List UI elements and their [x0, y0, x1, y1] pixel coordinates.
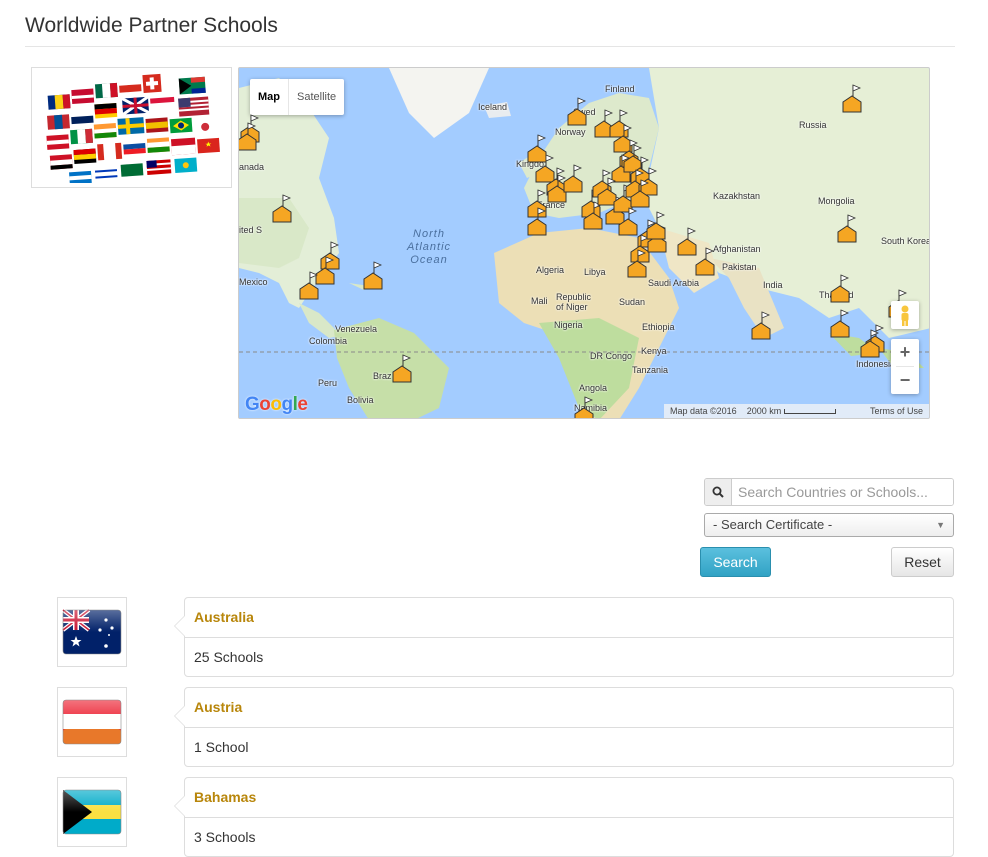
school-marker-icon[interactable] — [842, 83, 862, 113]
map-label-russia: Russia — [799, 120, 827, 130]
country-name-link[interactable]: Australia — [185, 598, 953, 638]
map-label-nigeria: Nigeria — [554, 320, 583, 330]
school-marker-icon[interactable] — [618, 206, 638, 236]
map-scale: 2000 km — [747, 406, 836, 416]
school-marker-icon[interactable] — [527, 206, 547, 236]
map-label-north-atlantic-ocean: North Atlantic Ocean — [406, 228, 452, 266]
country-panel: Austria 1 School — [174, 687, 954, 767]
map-label-kazakhstan: Kazakhstan — [713, 191, 761, 201]
map-label-angola: Angola — [579, 383, 608, 393]
map-type-satellite-button[interactable]: Satellite — [288, 79, 344, 115]
map-label-sudan: Sudan — [619, 297, 646, 307]
map-attribution-bar: Map data ©2016 2000 km Terms of Use — [664, 404, 929, 418]
map-label-algeria: Algeria — [536, 265, 565, 275]
austria-flag-icon — [57, 687, 127, 757]
school-marker-icon[interactable] — [630, 178, 650, 208]
pegman-icon — [901, 305, 909, 326]
map-label-united-states: ited S — [239, 225, 263, 235]
map-label-brazil: Braz — [373, 371, 392, 381]
school-marker-icon[interactable] — [299, 270, 319, 300]
map-label-south-korea: South Korea — [881, 236, 930, 246]
map-label-tanzania: Tanzania — [632, 365, 669, 375]
australia-flag-icon — [57, 597, 127, 667]
map-label-ethiopia: Ethiopia — [642, 322, 675, 332]
school-marker-icon[interactable] — [563, 163, 583, 193]
country-panel: Bahamas 3 Schools — [174, 777, 954, 857]
school-marker-icon[interactable] — [646, 210, 666, 240]
list-item: Australia 25 Schools — [0, 597, 988, 677]
map-label-finland: Finland — [605, 84, 635, 94]
map-label-afghanistan: Afghanistan — [713, 244, 761, 254]
dropdown-arrow-icon: ▼ — [936, 520, 945, 530]
search-icon — [705, 479, 732, 505]
zoom-in-button[interactable]: + — [891, 339, 919, 366]
school-marker-icon[interactable] — [677, 226, 697, 256]
map-label-indonesia: Indonesia — [856, 359, 896, 369]
school-marker-icon[interactable] — [860, 328, 880, 358]
map-label-republic-of-niger: Republic of Niger — [556, 292, 592, 312]
school-marker-icon[interactable] — [239, 121, 257, 151]
map-data-credit: Map data ©2016 — [670, 406, 737, 416]
zoom-control[interactable]: + − — [891, 339, 919, 394]
map-label-peru: Peru — [318, 378, 338, 388]
map-label-kenya: Kenya — [641, 346, 667, 356]
country-name-link[interactable]: Bahamas — [185, 778, 953, 818]
map-label-mongolia: Mongolia — [818, 196, 855, 206]
school-marker-icon[interactable] — [695, 246, 715, 276]
bahamas-flag-icon — [57, 777, 127, 847]
map-label-mexico: Mexico — [239, 277, 268, 287]
certificate-select[interactable]: - Search Certificate - ▼ — [704, 513, 954, 537]
google-logo: Google — [245, 394, 308, 415]
terms-of-use-link[interactable]: Terms of Use — [870, 406, 923, 416]
map-label-libya: Libya — [584, 267, 606, 277]
title-divider — [25, 46, 955, 47]
reset-button[interactable]: Reset — [891, 547, 954, 577]
search-input-group — [704, 478, 954, 506]
street-view-pegman-button[interactable] — [891, 301, 919, 329]
school-marker-icon[interactable] — [363, 260, 383, 290]
map-type-control[interactable]: Map Satellite — [250, 79, 345, 115]
page-title: Worldwide Partner Schools — [25, 14, 278, 37]
list-item: Bahamas 3 Schools — [0, 777, 988, 857]
map-label-saudi-arabia: Saudi Arabia — [648, 278, 700, 288]
map-label-dr-congo: DR Congo — [590, 351, 633, 361]
school-marker-icon[interactable] — [751, 310, 771, 340]
flags-collage-image — [31, 67, 232, 188]
country-name-link[interactable]: Austria — [185, 688, 953, 728]
map-label-iceland: Iceland — [478, 102, 508, 112]
search-button[interactable]: Search — [700, 547, 771, 577]
school-count: 1 School — [194, 739, 249, 755]
school-marker-icon[interactable] — [627, 248, 647, 278]
school-marker-icon[interactable] — [837, 213, 857, 243]
map-label-india: India — [763, 280, 783, 290]
school-marker-icon[interactable] — [567, 96, 587, 126]
school-marker-icon[interactable] — [574, 395, 594, 418]
search-input[interactable] — [732, 479, 953, 505]
map-label-pakistan: Pakistan — [722, 262, 757, 272]
map-label-canada: anada — [239, 162, 265, 172]
country-panel: Australia 25 Schools — [174, 597, 954, 677]
map-label-bolivia: Bolivia — [347, 395, 374, 405]
school-count: 25 Schools — [194, 649, 264, 665]
map-label-norway: Norway — [555, 127, 586, 137]
map-label-venezuela: Venezuela — [335, 324, 378, 334]
school-marker-icon[interactable] — [272, 193, 292, 223]
world-map[interactable]: Map Satellite Iceland Finland Swed Norwa… — [238, 67, 930, 419]
list-item: Austria 1 School — [0, 687, 988, 767]
map-label-mali: Mali — [531, 296, 548, 306]
zoom-out-button[interactable]: − — [891, 367, 919, 394]
map-type-map-button[interactable]: Map — [250, 79, 288, 115]
school-marker-icon[interactable] — [830, 273, 850, 303]
school-marker-icon[interactable] — [392, 353, 412, 383]
map-label-colombia: Colombia — [309, 336, 348, 346]
certificate-select-value: - Search Certificate - — [713, 517, 833, 532]
school-count: 3 Schools — [194, 829, 256, 845]
school-marker-icon[interactable] — [830, 308, 850, 338]
